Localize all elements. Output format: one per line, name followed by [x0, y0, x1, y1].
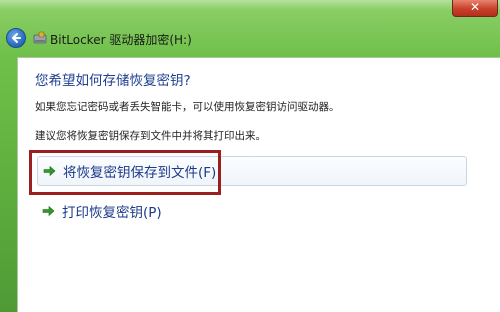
close-button[interactable]: ✕ [452, 0, 498, 17]
annotation-highlight-box [29, 150, 221, 195]
green-arrow-icon [42, 205, 55, 217]
description-text: 如果您忘记密码或者丢失智能卡，可以使用恢复密钥访问驱动器。 [35, 101, 340, 113]
window-title: BitLocker 驱动器加密(H:) [50, 33, 192, 47]
close-icon: ✕ [469, 0, 481, 14]
back-arrow-icon [12, 33, 21, 43]
recommendation-text: 建议您将恢复密钥保存到文件中并将其打印出来。 [35, 130, 266, 142]
bitlocker-drive-icon [33, 31, 47, 44]
back-button[interactable] [6, 28, 26, 48]
window-frame-highlight [0, 0, 500, 10]
page-heading: 您希望如何存储恢复密钥? [35, 73, 191, 89]
print-key-option[interactable]: 打印恢复密钥(P) [37, 196, 467, 226]
print-key-label: 打印恢复密钥(P) [62, 205, 162, 221]
